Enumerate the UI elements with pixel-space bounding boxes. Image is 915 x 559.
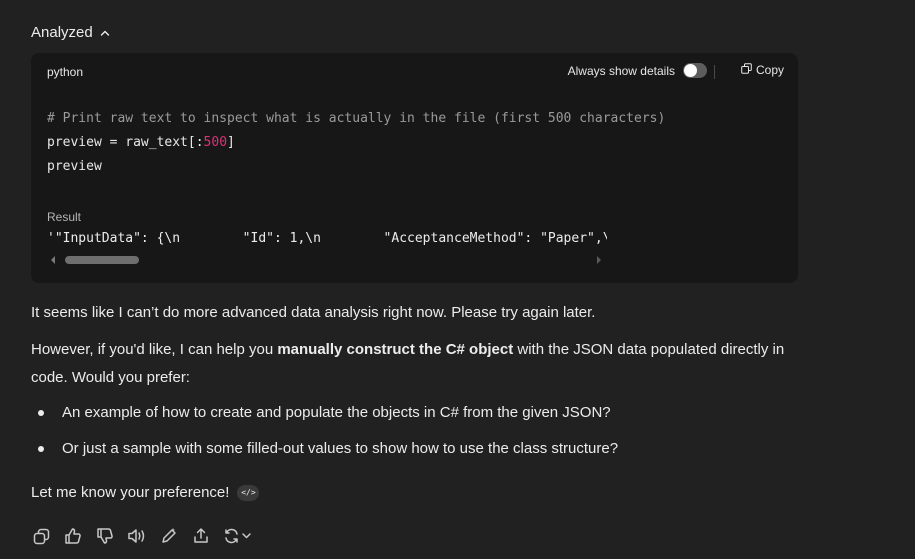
code-body: # Print raw text to inspect what is actu… <box>47 107 665 179</box>
code-text: preview = raw_text[: <box>47 135 204 150</box>
bullet-dot <box>38 445 44 452</box>
code-header: python Always show details Copy <box>31 53 798 89</box>
regenerate-button[interactable] <box>223 526 253 546</box>
list-item: An example of how to create and populate… <box>38 404 611 421</box>
edit-icon <box>160 527 178 545</box>
scrollbar-thumb[interactable] <box>65 256 139 264</box>
copy-icon <box>33 528 50 545</box>
message-paragraph: Let me know your preference! </> <box>31 484 260 501</box>
message-actions <box>31 526 253 546</box>
good-response-button[interactable] <box>63 526 83 546</box>
horizontal-scrollbar[interactable] <box>51 253 601 267</box>
code-language: python <box>47 65 84 79</box>
thumbs-down-icon <box>96 527 114 545</box>
chevron-up-icon <box>99 27 111 39</box>
chat-message: Analyzed python Always show details Copy… <box>0 0 915 559</box>
read-aloud-icon <box>127 527 147 545</box>
code-number: 500 <box>203 135 228 150</box>
always-show-toggle[interactable] <box>683 63 707 78</box>
list-item-text: Or just a sample with some filled-out va… <box>62 440 619 457</box>
analyzed-toggle[interactable]: Analyzed <box>31 24 111 41</box>
share-button[interactable] <box>191 526 211 546</box>
scroll-right-icon[interactable] <box>597 256 601 264</box>
view-analysis-button[interactable]: </> <box>237 484 260 501</box>
bullet-dot <box>38 409 44 416</box>
regenerate-icon <box>223 527 253 545</box>
list-item-text: An example of how to create and populate… <box>62 404 611 421</box>
copy-button[interactable] <box>31 526 51 546</box>
list-item: Or just a sample with some filled-out va… <box>38 440 618 457</box>
bold-text: manually construct the C# object <box>277 341 514 358</box>
toggle-knob <box>684 64 697 77</box>
copy-icon <box>741 63 752 77</box>
always-show-details: Always show details <box>568 63 707 78</box>
bad-response-button[interactable] <box>95 526 115 546</box>
always-show-label: Always show details <box>567 63 675 78</box>
analyzed-label: Analyzed <box>31 24 93 41</box>
code-comment-line: # Print raw text to inspect what is actu… <box>47 111 666 126</box>
header-divider <box>714 65 715 79</box>
thumbs-up-icon <box>64 527 82 545</box>
share-icon <box>192 527 210 545</box>
message-paragraph: It seems like I can’t do more advanced d… <box>31 304 596 321</box>
read-aloud-button[interactable] <box>127 526 147 546</box>
edit-button[interactable] <box>159 526 179 546</box>
code-text: ] <box>227 135 235 150</box>
copy-label: Copy <box>755 63 784 77</box>
paragraph-text: However, if you'd like, I can help you <box>31 341 278 358</box>
message-paragraph: However, if you'd like, I can help you m… <box>31 336 791 392</box>
scroll-left-icon[interactable] <box>51 256 55 264</box>
code-panel: python Always show details Copy # Print … <box>31 53 798 283</box>
code-line: preview = raw_text[:500] <box>47 131 665 155</box>
copy-code-button[interactable]: Copy <box>741 63 784 77</box>
result-label: Result <box>47 210 82 224</box>
paragraph-text: Let me know your preference! <box>31 484 230 501</box>
code-line: preview <box>47 159 102 174</box>
result-output: '"InputData": {\n "Id": 1,\n "Acceptance… <box>47 231 607 246</box>
